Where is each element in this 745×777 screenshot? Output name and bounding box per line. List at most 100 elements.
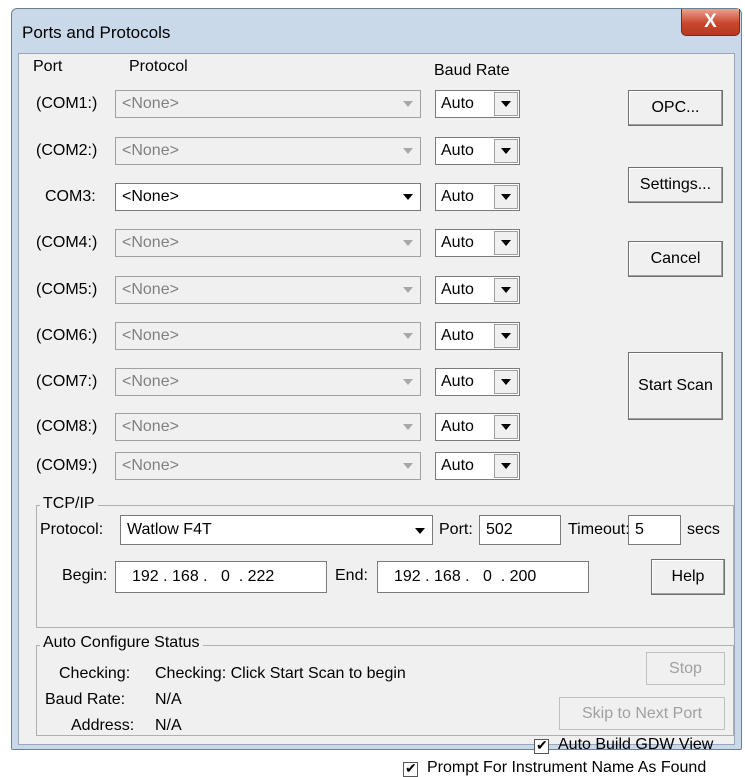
protocol-dropdown[interactable]: <None> — [115, 90, 421, 118]
auto-build-gdw-view-label: Auto Build GDW View — [558, 736, 714, 753]
timeout-value: 5 — [635, 521, 644, 538]
secs-label: secs — [687, 521, 720, 538]
baud-rate-dropdown[interactable]: Auto — [435, 137, 520, 165]
chevron-down-icon — [397, 139, 419, 163]
baud-rate-dropdown[interactable]: Auto — [435, 276, 520, 304]
chevron-down-icon — [494, 92, 518, 116]
checking-label: Checking: — [59, 665, 131, 682]
chevron-down-icon — [397, 370, 419, 394]
chevron-down-icon — [494, 231, 518, 255]
tcpip-protocol-label: Protocol: — [40, 521, 104, 538]
tcpip-protocol-value: Watlow F4T — [127, 521, 212, 538]
tcpip-group-title: TCP/IP — [40, 495, 98, 513]
close-button[interactable]: X — [681, 9, 740, 36]
baud-rate-value: Auto — [441, 281, 474, 298]
chevron-down-icon — [397, 454, 419, 478]
protocol-dropdown[interactable]: <None> — [115, 229, 421, 257]
chevron-down-icon — [397, 92, 419, 116]
protocol-value: <None> — [122, 234, 179, 251]
baud-rate-column-header: Baud Rate — [434, 62, 510, 79]
protocol-value: <None> — [122, 373, 179, 390]
baud-rate-status-value: N/A — [155, 691, 182, 708]
chevron-down-icon — [494, 324, 518, 348]
baud-rate-value: Auto — [441, 95, 474, 112]
port-label: (COM1:) — [36, 95, 98, 112]
chevron-down-icon — [397, 415, 419, 439]
baud-rate-value: Auto — [441, 373, 474, 390]
chevron-down-icon — [494, 454, 518, 478]
begin-ip-label: Begin: — [62, 567, 108, 584]
ports-and-protocols-dialog: Ports and Protocols X Port Protocol Baud… — [11, 8, 742, 777]
protocol-dropdown[interactable]: <None> — [115, 413, 421, 441]
chevron-down-icon — [494, 370, 518, 394]
protocol-dropdown[interactable]: <None> — [115, 322, 421, 350]
stop-button[interactable]: Stop — [646, 652, 725, 685]
settings-button[interactable]: Settings... — [628, 167, 723, 203]
port-number-value: 502 — [486, 521, 513, 538]
port-label: (COM4:) — [36, 234, 98, 251]
baud-rate-value: Auto — [441, 142, 474, 159]
baud-rate-value: Auto — [441, 234, 474, 251]
port-label: (COM5:) — [36, 281, 98, 298]
protocol-value: <None> — [122, 327, 179, 344]
port-label: (COM9:) — [36, 457, 98, 474]
baud-rate-dropdown[interactable]: Auto — [435, 368, 520, 396]
end-ip-label: End: — [335, 567, 368, 584]
protocol-value: <None> — [122, 457, 179, 474]
baud-rate-dropdown[interactable]: Auto — [435, 452, 520, 480]
baud-rate-value: Auto — [441, 188, 474, 205]
protocol-dropdown[interactable]: <None> — [115, 137, 421, 165]
auto-configure-status-title: Auto Configure Status — [40, 634, 203, 652]
protocol-dropdown[interactable]: <None> — [115, 452, 421, 480]
chevron-down-icon — [494, 185, 518, 209]
end-ip-value: 192 . 168 . 0 . 200 — [394, 568, 537, 585]
port-label: (COM8:) — [36, 418, 98, 435]
protocol-dropdown[interactable]: <None> — [115, 368, 421, 396]
chevron-down-icon — [494, 278, 518, 302]
baud-rate-dropdown[interactable]: Auto — [435, 229, 520, 257]
chevron-down-icon — [397, 231, 419, 255]
baud-rate-value: Auto — [441, 418, 474, 435]
checking-value: Checking: Click Start Scan to begin — [155, 665, 406, 682]
baud-rate-dropdown[interactable]: Auto — [435, 183, 520, 211]
address-value: N/A — [155, 717, 182, 734]
port-label: (COM2:) — [36, 142, 98, 159]
timeout-input[interactable]: 5 — [628, 515, 681, 545]
protocol-dropdown[interactable]: <None> — [115, 276, 421, 304]
port-column-header: Port — [33, 58, 63, 75]
protocol-value: <None> — [122, 142, 179, 159]
protocol-value: <None> — [122, 188, 179, 205]
skip-to-next-port-button[interactable]: Skip to Next Port — [559, 697, 725, 730]
timeout-label: Timeout: — [568, 521, 630, 538]
tcpip-protocol-dropdown[interactable]: Watlow F4T — [120, 515, 433, 545]
help-button[interactable]: Help — [651, 559, 725, 595]
baud-rate-dropdown[interactable]: Auto — [435, 90, 520, 118]
dialog-client-area: Port Protocol Baud Rate (COM1:) <None> A… — [18, 53, 735, 777]
title-bar[interactable]: Ports and Protocols X — [12, 9, 741, 53]
opc-button[interactable]: OPC... — [628, 90, 723, 126]
baud-rate-dropdown[interactable]: Auto — [435, 322, 520, 350]
baud-rate-status-label: Baud Rate: — [45, 691, 126, 708]
end-ip-input[interactable]: 192 . 168 . 0 . 200 — [377, 561, 589, 593]
chevron-down-icon — [397, 185, 419, 209]
baud-rate-dropdown[interactable]: Auto — [435, 413, 520, 441]
window-title: Ports and Protocols — [22, 23, 171, 42]
address-label: Address: — [71, 717, 135, 734]
chevron-down-icon — [397, 324, 419, 348]
cancel-button[interactable]: Cancel — [628, 241, 723, 277]
chevron-down-icon — [494, 139, 518, 163]
protocol-dropdown[interactable]: <None> — [115, 183, 421, 211]
begin-ip-value: 192 . 168 . 0 . 222 — [132, 568, 275, 585]
protocol-value: <None> — [122, 418, 179, 435]
begin-ip-input[interactable]: 192 . 168 . 0 . 222 — [115, 561, 327, 593]
baud-rate-value: Auto — [441, 457, 474, 474]
protocol-column-header: Protocol — [129, 58, 188, 75]
baud-rate-value: Auto — [441, 327, 474, 344]
chevron-down-icon — [397, 278, 419, 302]
start-scan-button[interactable]: Start Scan — [628, 352, 723, 420]
close-icon: X — [704, 11, 717, 32]
auto-build-gdw-view-checkbox[interactable] — [534, 737, 549, 754]
prompt-for-instrument-name-checkbox[interactable] — [403, 760, 418, 777]
port-number-label: Port: — [439, 521, 473, 538]
port-number-input[interactable]: 502 — [479, 515, 561, 545]
